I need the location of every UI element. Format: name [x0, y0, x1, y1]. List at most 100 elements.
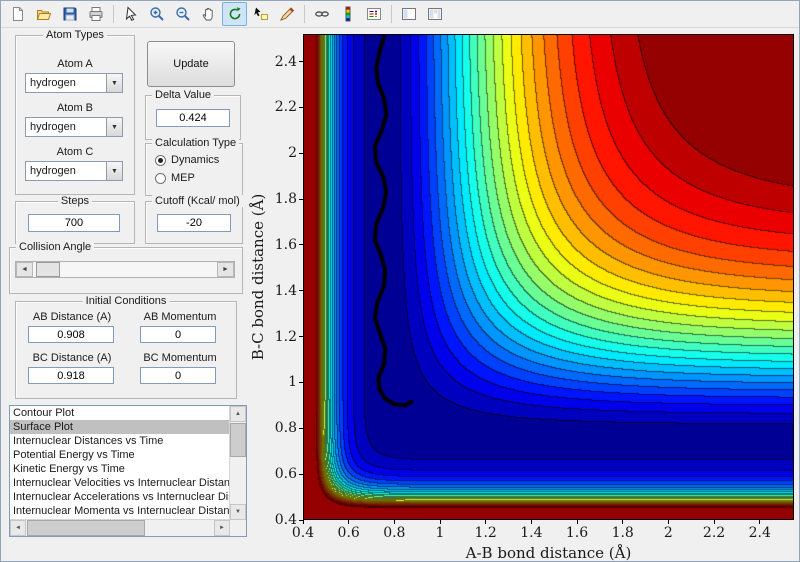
initial-conditions-title: Initial Conditions — [82, 295, 170, 307]
zoom-in-icon[interactable] — [144, 2, 169, 26]
edit-pointer-icon[interactable] — [118, 2, 143, 26]
y-tick-mark — [299, 519, 303, 521]
y-tick-label: 2 — [288, 145, 297, 162]
y-tick-mark — [299, 290, 303, 292]
application-window: { "window": {"bg": "#f0f0f0", "border": … — [0, 0, 800, 562]
radio-button-icon[interactable] — [155, 154, 166, 166]
x-tick-label: 0.6 — [337, 525, 360, 541]
scroll-right-icon[interactable]: ► — [214, 520, 230, 536]
y-axis-label: B-C bond distance (Å) — [249, 193, 267, 361]
insert-legend-icon[interactable] — [361, 2, 386, 26]
radio-mep-label: MEP — [171, 172, 195, 184]
pan-icon[interactable] — [196, 2, 221, 26]
list-item[interactable]: Kinetic Energy vs Time — [10, 462, 230, 476]
list-item[interactable]: Internuclear Accelerations vs Internucle… — [10, 490, 230, 504]
rotate-3d-icon[interactable] — [222, 2, 247, 26]
hide-plot-tools-icon[interactable] — [396, 2, 421, 26]
x-tick-label: 2.4 — [748, 525, 771, 541]
atom-types-title: Atom Types — [43, 29, 107, 41]
atom-a-select[interactable]: hydrogen ▼ — [25, 73, 123, 93]
y-tick-mark — [299, 381, 303, 383]
open-file-icon[interactable] — [31, 2, 56, 26]
atom-b-select[interactable]: hydrogen ▼ — [25, 117, 123, 137]
y-tick-mark — [299, 473, 303, 475]
steps-input[interactable] — [28, 214, 120, 232]
ab-momentum-input[interactable] — [140, 326, 216, 343]
save-figure-icon[interactable] — [57, 2, 82, 26]
list-item[interactable]: Surface Plot — [10, 420, 230, 434]
x-tick-mark — [393, 520, 395, 524]
dropdown-arrow-icon[interactable]: ▼ — [106, 118, 122, 136]
update-button[interactable]: Update — [147, 41, 235, 87]
x-tick-mark — [622, 520, 624, 524]
scroll-left-icon[interactable]: ◄ — [10, 520, 26, 536]
collision-angle-slider[interactable]: ◄ ► — [15, 261, 235, 278]
list-item[interactable]: Internuclear Distances vs Time — [10, 434, 230, 448]
y-tick-label: 2.2 — [274, 99, 297, 116]
list-item[interactable]: Contour Plot — [10, 406, 230, 420]
atom-c-label: Atom C — [56, 146, 94, 158]
delta-value-panel: Delta Value — [145, 89, 241, 140]
x-tick-mark — [302, 520, 304, 524]
plot-type-listbox: Contour Plot Surface Plot Internuclear Dis… — [9, 405, 247, 537]
radio-button-icon[interactable] — [155, 172, 166, 184]
steps-title: Steps — [57, 195, 93, 207]
x-tick-mark — [439, 520, 441, 524]
radio-dynamics[interactable]: Dynamics — [155, 154, 219, 166]
atom-c-select[interactable]: hydrogen ▼ — [25, 161, 123, 181]
slider-right-arrow-icon[interactable]: ► — [217, 262, 234, 277]
new-figure-icon[interactable] — [5, 2, 30, 26]
y-tick-label: 1.6 — [274, 236, 297, 253]
x-tick-label: 2 — [663, 525, 673, 541]
contour-plot-area: 0.4 0.6 0.8 1 1.2 1.4 1.6 1.8 2 2.2 2.4 0.4 0.6 0.8 1 1… — [249, 34, 794, 562]
pes-contour-canvas[interactable] — [303, 34, 794, 520]
vertical-scrollbar-thumb[interactable] — [230, 423, 246, 457]
bc-distance-label: BC Distance (A) — [32, 352, 112, 364]
scrollbar-corner — [230, 520, 246, 536]
dropdown-arrow-icon[interactable]: ▼ — [106, 162, 122, 180]
bc-distance-input[interactable] — [28, 367, 114, 384]
x-tick-label: 2.2 — [702, 525, 726, 541]
y-tick-label: 1 — [288, 374, 297, 391]
y-tick-mark — [299, 244, 303, 246]
atom-b-value: hydrogen — [30, 121, 76, 133]
horizontal-scrollbar[interactable]: ◄ ► — [10, 519, 230, 536]
brush-data-icon[interactable] — [274, 2, 299, 26]
slider-left-arrow-icon[interactable]: ◄ — [16, 262, 33, 277]
dropdown-arrow-icon[interactable]: ▼ — [106, 74, 122, 92]
y-tick-label: 1.4 — [274, 282, 297, 299]
bc-momentum-input[interactable] — [140, 367, 216, 384]
data-cursor-icon[interactable] — [248, 2, 273, 26]
toolbar-separator — [113, 5, 114, 23]
x-tick-label: 1.4 — [520, 525, 543, 541]
ab-distance-input[interactable] — [28, 326, 114, 343]
link-plot-icon[interactable] — [309, 2, 334, 26]
slider-track[interactable] — [33, 262, 217, 277]
cutoff-input[interactable] — [157, 214, 231, 232]
plot-type-listbox-items: Contour Plot Surface Plot Internuclear Dis… — [10, 406, 230, 520]
horizontal-scrollbar-thumb[interactable] — [27, 520, 145, 536]
scroll-up-icon[interactable]: ▲ — [230, 406, 246, 422]
print-figure-icon[interactable] — [83, 2, 108, 26]
x-tick-label: 0.8 — [383, 525, 406, 541]
y-tick-mark — [299, 198, 303, 200]
vertical-scrollbar[interactable]: ▲ ▼ — [229, 406, 246, 520]
zoom-out-icon[interactable] — [170, 2, 195, 26]
list-item[interactable]: Potential Energy vs Time — [10, 448, 230, 462]
list-item[interactable]: Internuclear Momenta vs Internuclear Dis… — [10, 504, 230, 518]
x-tick-mark — [713, 520, 715, 524]
atom-types-panel: Atom Types Atom A hydrogen ▼ Atom B hydr… — [15, 29, 135, 195]
x-tick-label: 1.6 — [565, 525, 589, 541]
radio-dynamics-label: Dynamics — [171, 154, 220, 166]
scroll-down-icon[interactable]: ▼ — [230, 504, 246, 520]
y-tick-label: 0.6 — [274, 466, 297, 483]
show-plot-tools-icon[interactable] — [422, 2, 447, 26]
insert-colorbar-icon[interactable] — [335, 2, 360, 26]
y-tick-mark — [299, 61, 303, 62]
delta-value-input[interactable] — [156, 109, 230, 127]
y-tick-label: 0.4 — [274, 512, 297, 528]
list-item[interactable]: Internuclear Velocities vs Internuclear … — [10, 476, 230, 490]
initial-conditions-panel: Initial Conditions AB Distance (A) AB Mo… — [15, 295, 237, 399]
radio-mep[interactable]: MEP — [155, 172, 195, 184]
slider-thumb[interactable] — [36, 262, 60, 277]
